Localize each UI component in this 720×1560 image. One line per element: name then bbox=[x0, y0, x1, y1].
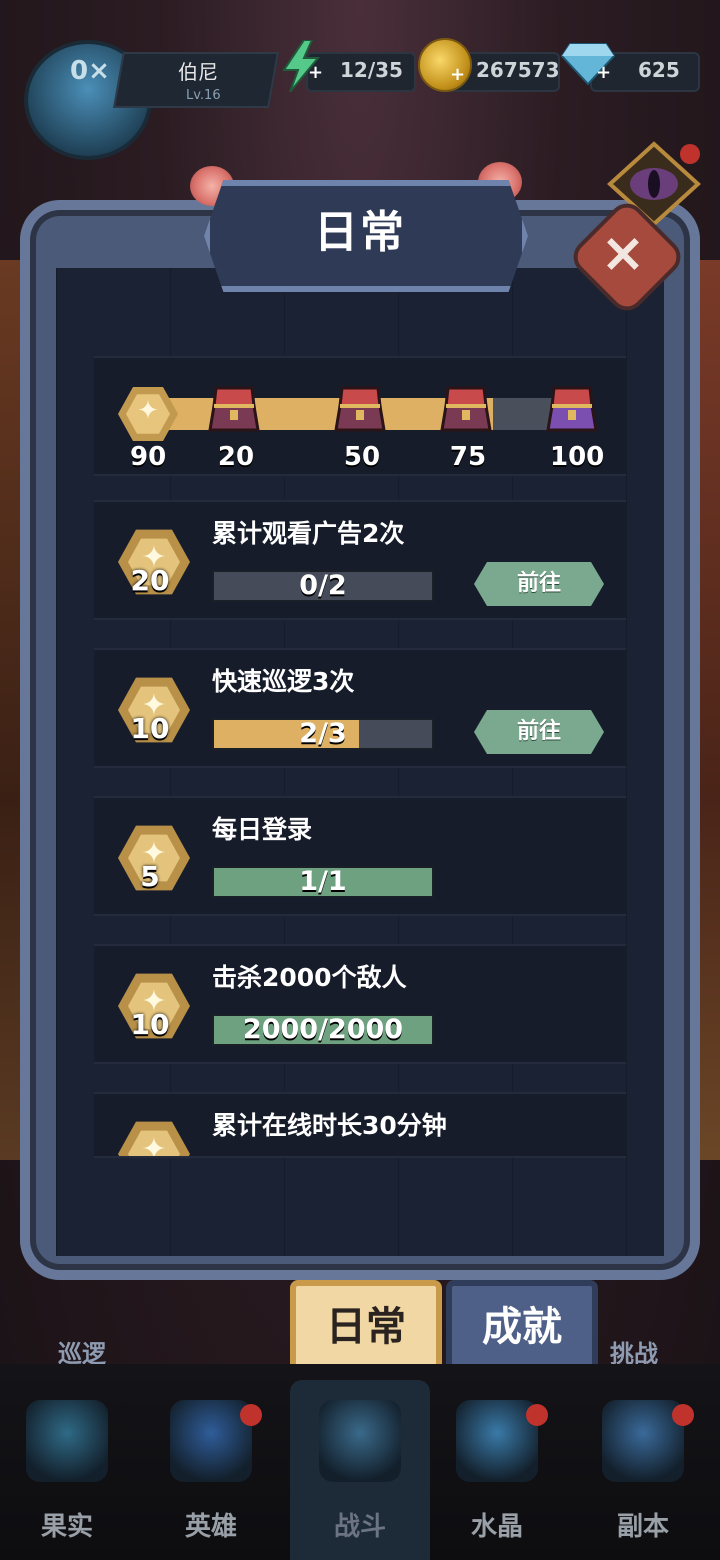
nav-item-crystal[interactable]: 水晶 bbox=[442, 1400, 552, 1550]
nav-item-battle[interactable]: 战斗 bbox=[305, 1400, 415, 1550]
task-row: ✦ 5 每日登录 1/1 bbox=[94, 796, 626, 916]
nav-label: 果实 bbox=[40, 1512, 93, 1542]
task-points: 10 bbox=[130, 1008, 170, 1041]
energy-value: 12/35 bbox=[340, 58, 403, 82]
star-icon: ✦ bbox=[141, 1132, 167, 1158]
task-progress-bar: 2000/2000 bbox=[212, 1014, 434, 1046]
go-button[interactable]: 前往 bbox=[474, 710, 604, 754]
star-icon: ✦ bbox=[137, 396, 159, 426]
nav-label: 英雄 bbox=[184, 1512, 237, 1542]
task-points: 10 bbox=[130, 712, 170, 745]
nav-label: 战斗 bbox=[333, 1512, 386, 1542]
go-button[interactable]: 前往 bbox=[474, 562, 604, 606]
task-progress-text: 1/1 bbox=[299, 866, 347, 897]
nav-item-hero[interactable]: 英雄 bbox=[156, 1400, 266, 1550]
tab-daily[interactable]: 日常 bbox=[290, 1280, 442, 1374]
milestone-label: 75 bbox=[449, 442, 487, 472]
notification-dot bbox=[240, 1404, 262, 1426]
current-points: 90 bbox=[130, 442, 167, 472]
task-title: 累计观看广告2次 bbox=[212, 519, 405, 548]
task-title: 击杀2000个敌人 bbox=[212, 963, 407, 992]
top-bar: 0× 伯尼 Lv.16 + 12/35 + 267573 + 625 bbox=[0, 0, 720, 160]
milestone-label: 100 bbox=[550, 442, 605, 472]
task-row: ✦ 20 累计观看广告2次 0/2 前往 bbox=[94, 500, 626, 620]
task-progress-bar: 1/1 bbox=[212, 866, 434, 898]
task-progress-bar: 2/3 bbox=[212, 718, 434, 750]
nav-item-dungeon[interactable]: 副本 bbox=[588, 1400, 698, 1550]
gold-plus-icon[interactable]: + bbox=[450, 64, 468, 85]
task-title: 快速巡逻3次 bbox=[212, 667, 355, 696]
player-name: 伯尼 bbox=[178, 60, 218, 84]
task-progress-text: 2/3 bbox=[299, 718, 347, 749]
task-row: ✦ 累计在线时长30分钟 bbox=[94, 1092, 626, 1158]
notification-dot bbox=[526, 1404, 548, 1426]
reward-chest-icon[interactable] bbox=[438, 380, 494, 436]
milestone-label: 50 bbox=[343, 442, 381, 472]
task-progress-text: 2000/2000 bbox=[242, 1014, 404, 1045]
nav-label: 水晶 bbox=[470, 1512, 523, 1542]
notification-dot bbox=[672, 1404, 694, 1426]
battle-icon bbox=[319, 1400, 401, 1482]
task-row: ✦ 10 击杀2000个敌人 2000/2000 bbox=[94, 944, 626, 1064]
energy-plus-icon[interactable]: + bbox=[308, 62, 326, 83]
avatar-badge-text: 0× bbox=[70, 56, 110, 86]
player-level: Lv.16 bbox=[186, 88, 221, 103]
reward-chest-icon[interactable] bbox=[206, 380, 262, 436]
task-progress-text: 0/2 bbox=[299, 570, 347, 601]
gem-value: 625 bbox=[638, 58, 680, 82]
fruit-icon bbox=[26, 1400, 108, 1482]
task-points: 5 bbox=[140, 860, 160, 893]
gold-value: 267573 bbox=[476, 58, 560, 82]
close-icon[interactable]: × bbox=[596, 222, 650, 284]
task-points: 20 bbox=[130, 564, 170, 597]
gem-plus-icon[interactable]: + bbox=[596, 62, 614, 83]
task-title: 每日登录 bbox=[212, 815, 313, 844]
nav-item-fruit[interactable]: 果实 bbox=[12, 1400, 122, 1550]
task-row: ✦ 10 快速巡逻3次 2/3 前往 bbox=[94, 648, 626, 768]
milestone-label: 20 bbox=[217, 442, 255, 472]
reward-chest-icon[interactable] bbox=[332, 380, 388, 436]
reward-chest-icon[interactable] bbox=[544, 380, 600, 436]
task-progress-bar: 0/2 bbox=[212, 570, 434, 602]
task-title: 累计在线时长30分钟 bbox=[212, 1111, 447, 1140]
tab-achievement[interactable]: 成就 bbox=[446, 1280, 598, 1374]
nav-label: 副本 bbox=[616, 1512, 669, 1542]
